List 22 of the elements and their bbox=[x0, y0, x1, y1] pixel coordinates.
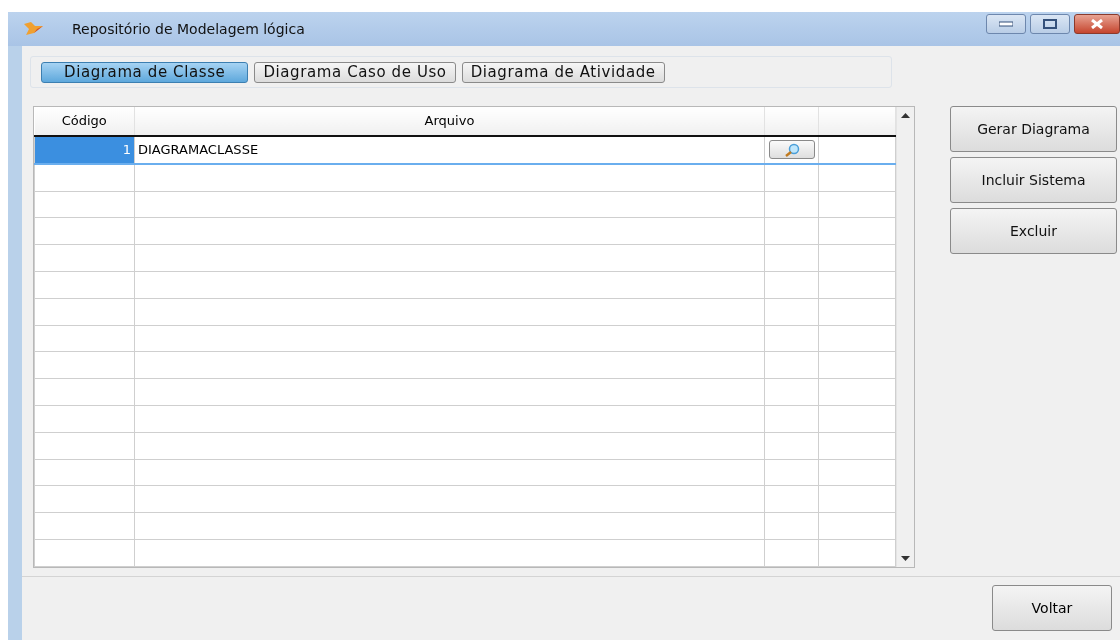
close-button[interactable] bbox=[1074, 14, 1120, 34]
table-cell: 1 bbox=[34, 135, 135, 164]
tab[interactable]: Diagrama Caso de Uso bbox=[254, 61, 456, 83]
close-icon bbox=[1090, 19, 1104, 29]
action-button[interactable]: Incluir Sistema bbox=[950, 157, 1117, 203]
tab[interactable]: Diagrama de Classe bbox=[41, 61, 249, 83]
scrollbar[interactable] bbox=[896, 107, 914, 567]
column-header: Código bbox=[34, 107, 135, 136]
maximize-icon bbox=[1043, 19, 1057, 29]
table-cell: DIAGRAMACLASSE bbox=[134, 135, 765, 164]
back-button[interactable]: Voltar bbox=[992, 585, 1112, 631]
scroll-up-icon bbox=[901, 113, 911, 118]
minimize-button[interactable] bbox=[986, 14, 1026, 34]
window-title: Repositório de Modelagem lógica bbox=[72, 21, 305, 37]
search-button[interactable] bbox=[768, 140, 815, 160]
scroll-down-icon bbox=[901, 556, 911, 561]
tab[interactable]: Diagrama de Atividade bbox=[461, 61, 665, 83]
maximize-button[interactable] bbox=[1030, 14, 1070, 34]
minimize-icon bbox=[999, 21, 1013, 27]
column-header: Arquivo bbox=[134, 107, 765, 136]
action-button[interactable]: Excluir bbox=[950, 208, 1117, 254]
action-button[interactable]: Gerar Diagrama bbox=[950, 106, 1117, 152]
